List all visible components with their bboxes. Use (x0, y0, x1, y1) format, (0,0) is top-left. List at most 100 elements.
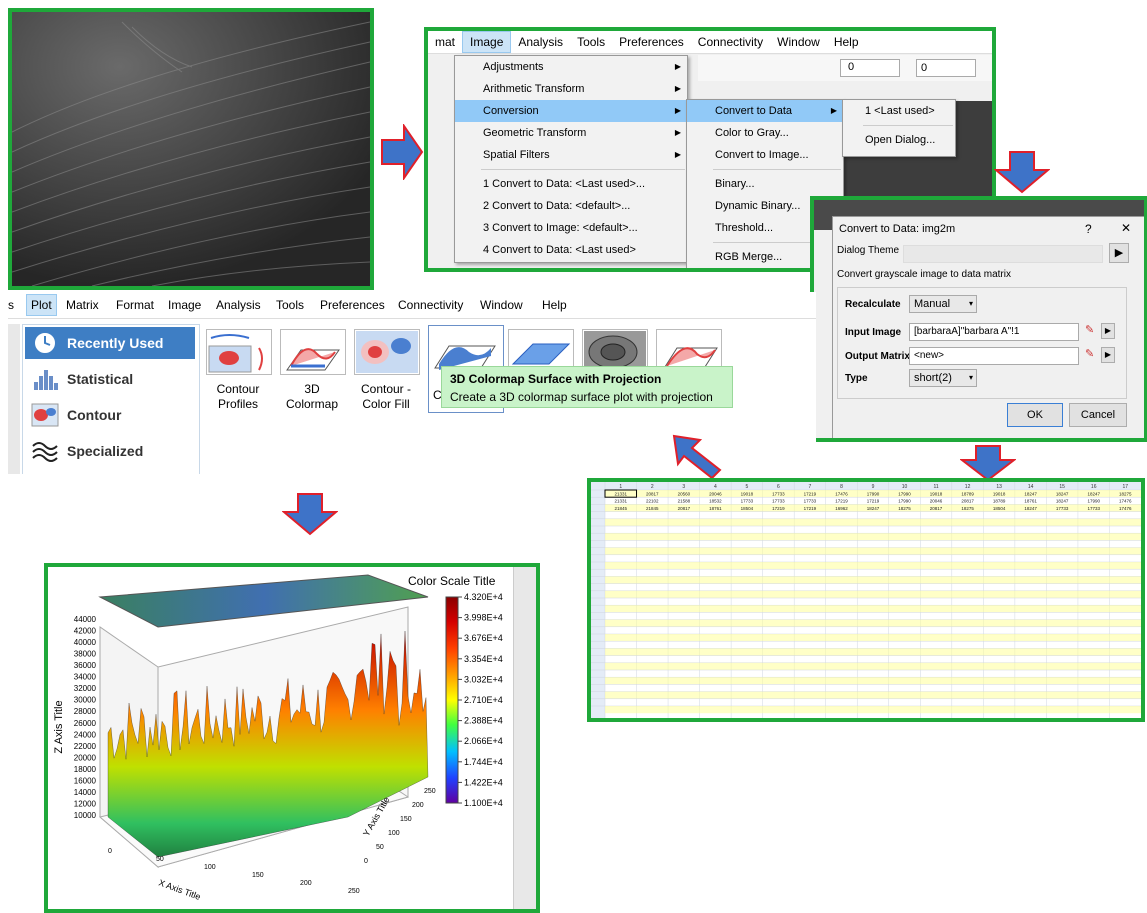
menu-item-recent-2[interactable]: 2 Convert to Data: <default>... (455, 195, 687, 217)
table-cell[interactable]: 17733 (804, 499, 817, 504)
table-cell[interactable]: 20560 (678, 492, 691, 497)
menu-item-conversion[interactable]: Conversion ▶ (455, 100, 687, 122)
table-cell[interactable]: 21331 (615, 499, 628, 504)
table-cell[interactable]: 17990 (867, 492, 880, 497)
column-header[interactable]: 6 (777, 484, 780, 490)
menu-format[interactable]: mat (428, 32, 462, 52)
table-cell[interactable]: 18504 (993, 506, 1006, 511)
table-cell[interactable]: 20046 (709, 492, 722, 497)
menu-window[interactable]: Window (480, 298, 523, 312)
menu-item-geometric-transform[interactable]: Geometric Transform ▶ (455, 122, 687, 144)
table-cell[interactable]: 17733 (1087, 506, 1100, 511)
table-cell[interactable]: 17990 (1087, 499, 1100, 504)
table-cell[interactable]: 18247 (1087, 492, 1100, 497)
menu-help[interactable]: Help (542, 298, 567, 312)
column-header[interactable]: 16 (1091, 484, 1097, 490)
menu-item-convert-to-data[interactable]: Convert to Data ▶ (687, 100, 843, 122)
menu-windows[interactable]: s (8, 298, 14, 312)
menu-item-last-used[interactable]: 1 <Last used> (843, 100, 955, 122)
pick-icon[interactable]: ✎ (1085, 323, 1099, 339)
help-button[interactable]: ? (1085, 222, 1092, 236)
column-header[interactable]: 12 (965, 484, 971, 490)
column-header[interactable]: 4 (714, 484, 717, 490)
table-cell[interactable]: 17476 (835, 492, 848, 497)
column-header[interactable]: 13 (996, 484, 1002, 490)
type-select[interactable]: short(2) ▾ (909, 369, 977, 387)
column-header[interactable]: 14 (1028, 484, 1034, 490)
sidebar-item-contour[interactable]: Contour (25, 399, 195, 431)
menu-item-color-to-gray[interactable]: Color to Gray... (687, 122, 843, 144)
menu-item-recent-4[interactable]: 4 Convert to Data: <Last used> (455, 239, 687, 261)
table-cell[interactable]: 20817 (678, 506, 691, 511)
column-header[interactable]: 10 (902, 484, 908, 490)
menu-preferences[interactable]: Preferences (612, 32, 691, 52)
recalculate-select[interactable]: Manual ▾ (909, 295, 977, 313)
menu-plot[interactable]: Plot (26, 294, 57, 316)
table-cell[interactable]: 17733 (1056, 506, 1069, 511)
thumb-contour-color-fill[interactable] (354, 329, 420, 375)
menu-connectivity[interactable]: Connectivity (691, 32, 770, 52)
thumb-contour-profiles[interactable] (206, 329, 272, 375)
close-button[interactable]: ✕ (1121, 221, 1131, 235)
pick-icon[interactable]: ✎ (1085, 347, 1099, 363)
table-cell[interactable]: 22102 (646, 499, 659, 504)
table-cell[interactable]: 17219 (772, 506, 785, 511)
table-cell[interactable]: 21588 (678, 499, 691, 504)
column-header[interactable]: 8 (840, 484, 843, 490)
table-cell[interactable]: 18247 (1024, 506, 1037, 511)
menu-tools[interactable]: Tools (570, 32, 612, 52)
table-cell[interactable]: 17990 (898, 499, 911, 504)
table-cell[interactable]: 16962 (835, 506, 848, 511)
table-cell[interactable]: 17219 (867, 499, 880, 504)
combo-value-2[interactable]: 0 (916, 59, 976, 77)
table-cell[interactable]: 19018 (741, 492, 754, 497)
table-cell[interactable]: 18761 (1024, 499, 1037, 504)
column-header[interactable]: 2 (651, 484, 654, 490)
menu-analysis[interactable]: Analysis (216, 298, 261, 312)
ok-button[interactable]: OK (1007, 403, 1063, 427)
column-header[interactable]: 1 (619, 484, 622, 490)
output-matrix-field[interactable]: <new> (909, 347, 1079, 365)
menu-item-recent-3[interactable]: 3 Convert to Image: <default>... (455, 217, 687, 239)
table-cell[interactable]: 20817 (961, 499, 974, 504)
table-cell[interactable]: 18247 (1024, 492, 1037, 497)
table-cell[interactable]: 18275 (1119, 492, 1132, 497)
menu-window[interactable]: Window (770, 32, 827, 52)
menu-item-convert-to-image[interactable]: Convert to Image... (687, 144, 843, 166)
table-cell[interactable]: 18789 (961, 492, 974, 497)
column-header[interactable]: 9 (872, 484, 875, 490)
menu-matrix[interactable]: Matrix (66, 298, 99, 312)
theme-menu-button[interactable]: ▶ (1109, 243, 1129, 263)
table-cell[interactable]: 18761 (709, 506, 722, 511)
vertical-scrollbar[interactable] (513, 567, 536, 909)
table-cell[interactable]: 17219 (804, 492, 817, 497)
input-image-field[interactable]: [barbaraA]"barbara A"!1 (909, 323, 1079, 341)
table-cell[interactable]: 18247 (1056, 499, 1069, 504)
table-cell[interactable]: 20046 (930, 499, 943, 504)
table-cell[interactable]: 17733 (741, 499, 754, 504)
menu-image[interactable]: Image (168, 298, 201, 312)
table-cell[interactable]: 21845 (646, 506, 659, 511)
table-cell[interactable]: 17219 (804, 506, 817, 511)
column-header[interactable]: 17 (1122, 484, 1128, 490)
dialog-theme-combo[interactable] (903, 245, 1103, 263)
table-cell[interactable]: 20817 (930, 506, 943, 511)
table-cell[interactable]: 17219 (835, 499, 848, 504)
menu-help[interactable]: Help (827, 32, 866, 52)
sidebar-item-recently-used[interactable]: Recently Used (25, 327, 195, 359)
cancel-button[interactable]: Cancel (1069, 403, 1127, 427)
table-cell[interactable]: 18275 (961, 506, 974, 511)
table-cell[interactable]: 19018 (993, 492, 1006, 497)
column-header[interactable]: 5 (745, 484, 748, 490)
sidebar-item-specialized[interactable]: Specialized (25, 435, 195, 467)
table-cell[interactable]: 20817 (646, 492, 659, 497)
column-header[interactable]: 3 (682, 484, 685, 490)
menu-connectivity[interactable]: Connectivity (398, 298, 463, 312)
column-header[interactable]: 11 (933, 484, 938, 490)
menu-image[interactable]: Image (462, 31, 512, 53)
menu-item-spatial-filters[interactable]: Spatial Filters ▶ (455, 144, 687, 166)
table-cell[interactable]: 17476 (1119, 499, 1132, 504)
menu-analysis[interactable]: Analysis (511, 32, 570, 52)
table-cell[interactable]: 17733 (772, 492, 785, 497)
menu-tools[interactable]: Tools (276, 298, 304, 312)
